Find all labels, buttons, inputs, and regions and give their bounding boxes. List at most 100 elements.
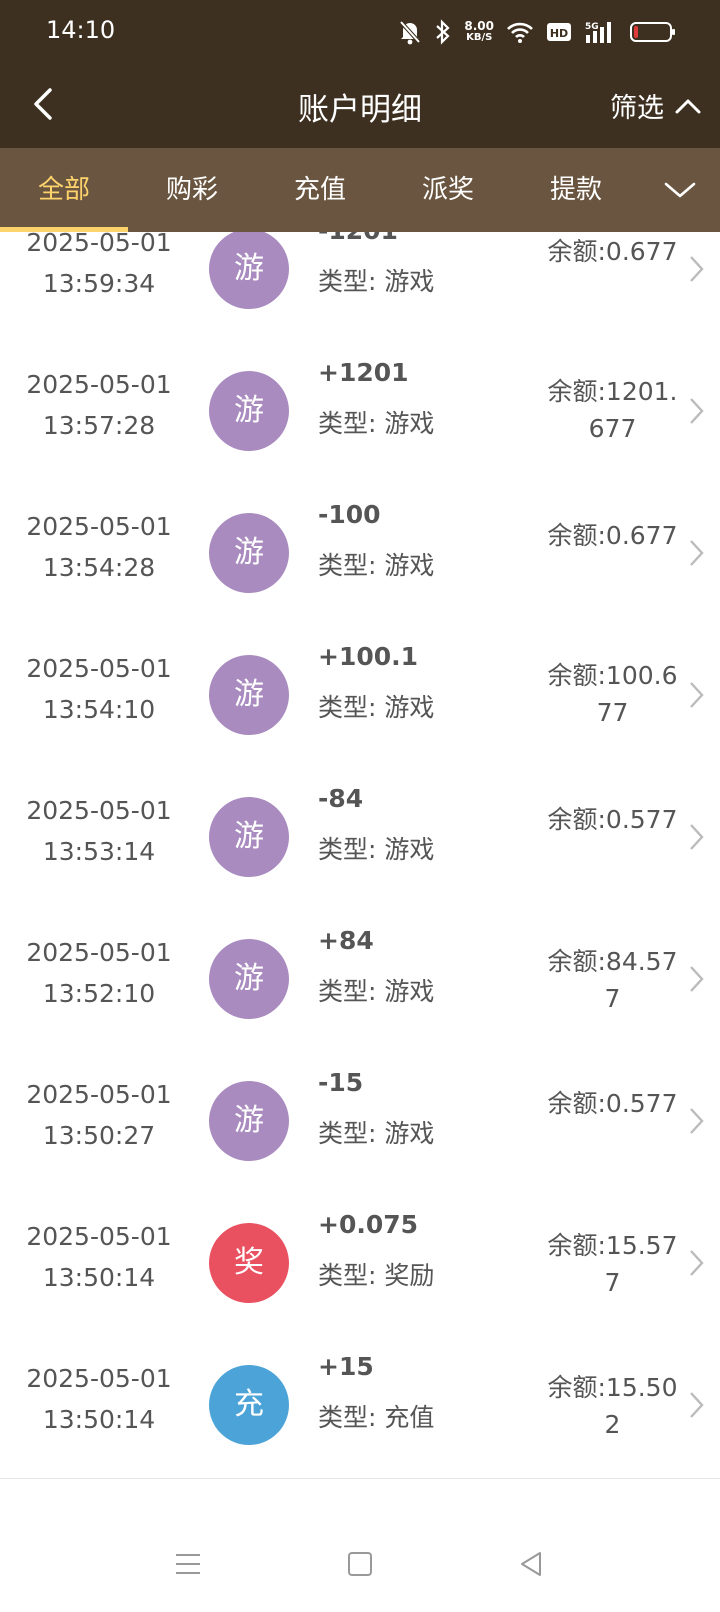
- record-amount: -1201: [318, 232, 398, 245]
- record-time: 13:50:14: [42, 1263, 156, 1292]
- status-icons: 8.00 KB/S HD 5G: [398, 16, 676, 48]
- net-speed-unit: KB/S: [466, 32, 493, 43]
- list-item[interactable]: 2025-05-01 13:53:14 游 -84 类型: 游戏 余额:0.577: [0, 764, 720, 911]
- record-amount: -100: [318, 500, 381, 529]
- battery-low-icon: [630, 20, 676, 44]
- record-time: 13:50:27: [42, 1121, 156, 1150]
- chevron-right-icon: [690, 966, 704, 992]
- net-speed: 8.00 KB/S: [464, 20, 494, 44]
- system-back-button[interactable]: [512, 1544, 552, 1584]
- type-badge: 游: [209, 655, 289, 735]
- home-square-icon: [348, 1552, 372, 1576]
- record-amount: +15: [318, 1352, 374, 1381]
- record-type: 类型: 充值: [318, 1403, 435, 1432]
- record-balance: 余额:0.677: [547, 237, 678, 266]
- home-button[interactable]: [340, 1544, 380, 1584]
- record-amount: +0.075: [318, 1210, 419, 1239]
- type-badge: 游: [209, 371, 289, 451]
- record-date: 2025-05-01: [26, 1364, 172, 1393]
- list-item[interactable]: 2025-05-01 13:50:27 游 -15 类型: 游戏 余额:0.577: [0, 1048, 720, 1195]
- record-date: 2025-05-01: [26, 938, 172, 967]
- hd-icon: HD: [546, 22, 572, 42]
- record-time: 13:52:10: [42, 979, 156, 1008]
- record-balance: 余额:1201.677: [547, 377, 678, 443]
- record-balance: 余额:15.502: [547, 1373, 678, 1439]
- record-datetime: 2025-05-01 13:57:28: [24, 364, 174, 446]
- list-item[interactable]: 2025-05-01 13:54:10 游 +100.1 类型: 游戏 余额:10…: [0, 622, 720, 769]
- filter-button[interactable]: 筛选: [610, 86, 702, 125]
- record-datetime: 2025-05-01 13:54:28: [24, 506, 174, 588]
- tab-label: 派奖: [421, 175, 474, 205]
- tab-all[interactable]: 全部: [0, 148, 128, 232]
- record-type: 类型: 游戏: [318, 409, 435, 438]
- chevron-right-icon: [690, 682, 704, 708]
- record-date: 2025-05-01: [26, 654, 172, 683]
- list-item[interactable]: 2025-05-01 13:57:28 游 +1201 类型: 游戏 余额:120…: [0, 338, 720, 485]
- record-balance: 余额:0.577: [547, 1089, 678, 1118]
- record-date: 2025-05-01: [26, 232, 172, 257]
- list-item[interactable]: 2025-05-01 13:54:28 游 -100 类型: 游戏 余额:0.67…: [0, 480, 720, 627]
- list-item[interactable]: 2025-05-01 13:50:14 充 +15 类型: 充值 余额:15.50…: [0, 1332, 720, 1479]
- chevron-right-icon: [690, 1250, 704, 1276]
- chevron-right-icon: [690, 1108, 704, 1134]
- record-type: 类型: 游戏: [318, 977, 435, 1006]
- type-badge: 游: [209, 797, 289, 877]
- record-time: 13:57:28: [42, 411, 156, 440]
- type-badge: 奖: [209, 1223, 289, 1303]
- record-type: 类型: 游戏: [318, 267, 435, 296]
- status-time: 14:10: [46, 16, 116, 44]
- list-item[interactable]: 2025-05-01 13:50:14 奖 +0.075 类型: 奖励 余额:15…: [0, 1190, 720, 1337]
- menu-icon: [176, 1554, 200, 1574]
- record-amount: -84: [318, 784, 364, 813]
- list-item[interactable]: 2025-05-01 13:59:34 游 -1201 类型: 游戏 余额:0.6…: [0, 232, 720, 343]
- status-bar: 14:10 8.00 KB/S HD 5G: [0, 0, 720, 64]
- net-speed-value: 8.00: [464, 19, 494, 33]
- chevron-right-icon: [690, 824, 704, 850]
- wifi-icon: [506, 20, 534, 44]
- record-amount: +100.1: [318, 642, 419, 671]
- record-amount: +1201: [318, 358, 409, 387]
- record-datetime: 2025-05-01 13:50:27: [24, 1074, 174, 1156]
- record-datetime: 2025-05-01 13:50:14: [24, 1358, 174, 1440]
- chevron-right-icon: [690, 256, 704, 282]
- chevron-right-icon: [690, 540, 704, 566]
- filter-label: 筛选: [610, 93, 664, 124]
- record-date: 2025-05-01: [26, 796, 172, 825]
- tab-lottery[interactable]: 购彩: [128, 148, 256, 232]
- record-type: 类型: 游戏: [318, 835, 435, 864]
- record-date: 2025-05-01: [26, 1222, 172, 1251]
- record-time: 13:54:10: [42, 695, 156, 724]
- type-badge: 游: [209, 1081, 289, 1161]
- tab-label: 购彩: [165, 175, 218, 205]
- transaction-list: 2025-05-01 13:59:34 游 -1201 类型: 游戏 余额:0.6…: [0, 232, 720, 1512]
- menu-button[interactable]: [168, 1544, 208, 1584]
- tab-label: 全部: [37, 175, 90, 205]
- hd-label: HD: [550, 27, 568, 40]
- chevron-right-icon: [690, 398, 704, 424]
- record-time: 13:50:14: [42, 1405, 156, 1434]
- chevron-down-icon: [664, 182, 696, 198]
- signal-icon: 5G: [584, 19, 618, 45]
- system-nav-bar: [0, 1512, 720, 1612]
- tab-label: 提款: [549, 175, 602, 205]
- record-date: 2025-05-01: [26, 370, 172, 399]
- list-item[interactable]: 2025-05-01 13:52:10 游 +84 类型: 游戏 余额:84.57…: [0, 906, 720, 1053]
- record-type: 类型: 奖励: [318, 1261, 435, 1290]
- record-date: 2025-05-01: [26, 1080, 172, 1109]
- record-amount: -15: [318, 1068, 364, 1097]
- type-badge: 游: [209, 939, 289, 1019]
- mute-bell-icon: [398, 19, 422, 45]
- chevron-right-icon: [690, 1392, 704, 1418]
- record-type: 类型: 游戏: [318, 693, 435, 722]
- tab-withdraw[interactable]: 提款: [512, 148, 640, 232]
- category-tabs: 全部 购彩 充值 派奖 提款: [0, 148, 720, 232]
- record-amount: +84: [318, 926, 374, 955]
- type-badge: 游: [209, 513, 289, 593]
- record-datetime: 2025-05-01 13:52:10: [24, 932, 174, 1014]
- tab-payout[interactable]: 派奖: [384, 148, 512, 232]
- record-balance: 余额:15.577: [547, 1231, 678, 1297]
- tab-recharge[interactable]: 充值: [256, 148, 384, 232]
- more-tabs-button[interactable]: [660, 170, 700, 210]
- record-time: 13:54:28: [42, 553, 156, 582]
- record-time: 13:53:14: [42, 837, 156, 866]
